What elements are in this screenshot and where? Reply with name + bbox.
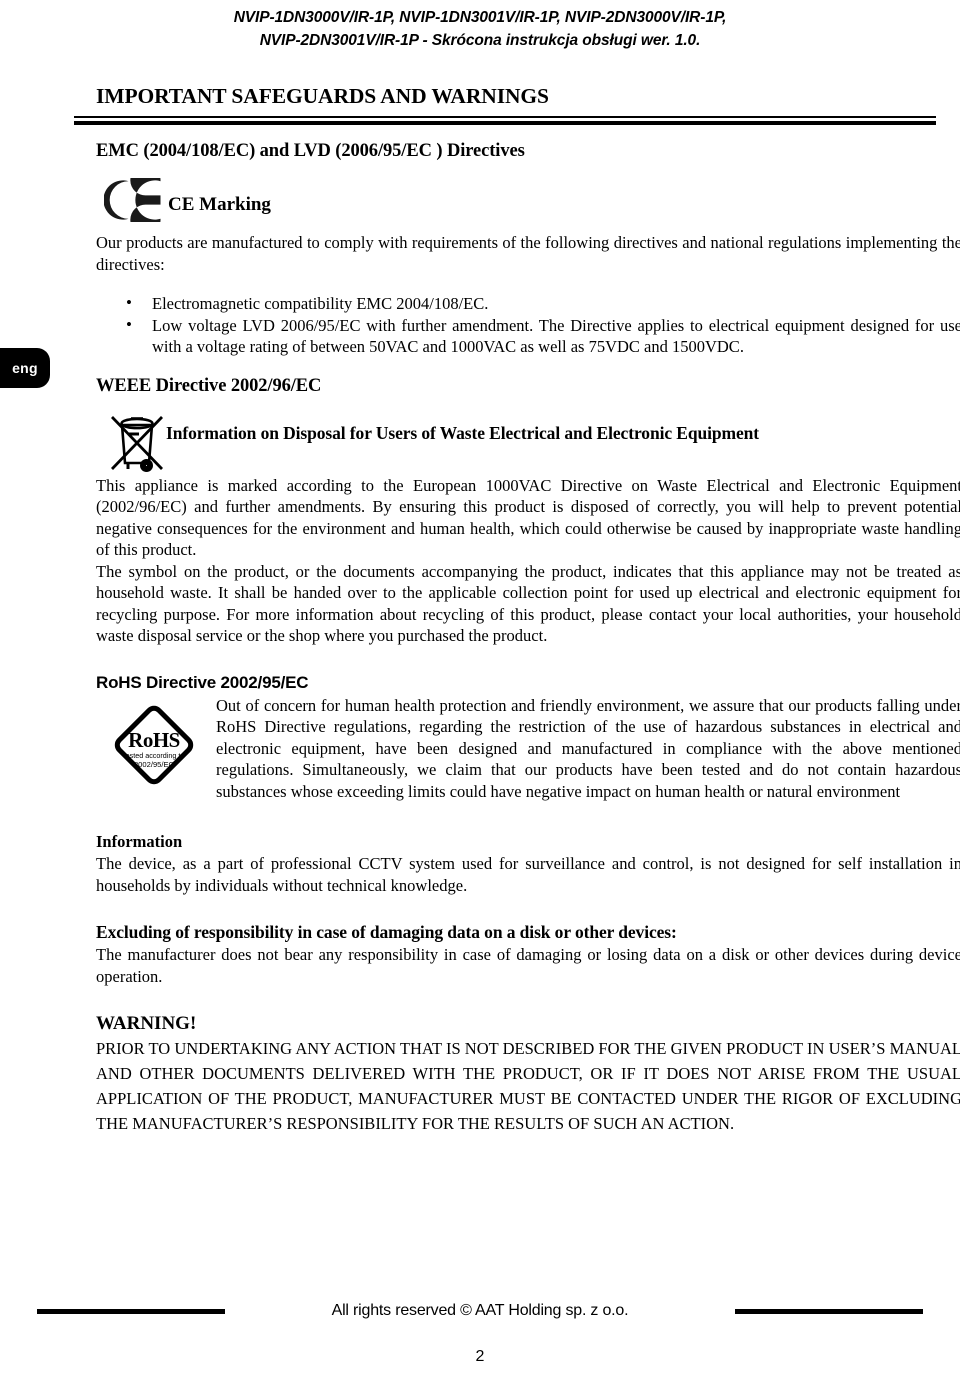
footer-rule-left	[37, 1308, 225, 1314]
weee-section-heading: WEEE Directive 2002/96/EC	[96, 375, 322, 396]
page-title: IMPORTANT SAFEGUARDS AND WARNINGS	[96, 84, 549, 108]
information-paragraph: The device, as a part of professional CC…	[96, 854, 960, 895]
ce-marking-row: CE Marking	[103, 165, 960, 235]
page-number: 2	[475, 1348, 485, 1365]
warning-paragraph: PRIOR TO UNDERTAKING ANY ACTION THAT IS …	[96, 1039, 960, 1133]
excluding-paragraph: The manufacturer does not bear any respo…	[96, 945, 960, 986]
warning-section: WARNING! PRIOR TO UNDERTAKING ANY ACTION…	[96, 1013, 960, 1136]
excluding-heading: Excluding of responsibility in case of d…	[96, 922, 677, 942]
document-running-header: NVIP-1DN3000V/IR-1P, NVIP-1DN3001V/IR-1P…	[0, 6, 960, 52]
list-item: Low voltage LVD 2006/95/EC with further …	[96, 314, 960, 358]
footer-row: All rights reserved © AAT Holding sp. z …	[0, 1302, 960, 1320]
excluding-responsibility-section: Excluding of responsibility in case of d…	[96, 922, 960, 987]
weee-paragraph-1: This appliance is marked according to th…	[96, 475, 960, 560]
emc-section-heading: EMC (2004/108/EC) and LVD (2006/95/EC ) …	[96, 141, 525, 161]
footer-copyright: All rights reserved © AAT Holding sp. z …	[331, 1302, 629, 1319]
language-tab-eng: eng	[0, 348, 50, 388]
title-divider	[74, 116, 936, 125]
rohs-section: RoHS Directive 2002/95/EC RoHS tested ac…	[96, 673, 960, 803]
divider-line-thin	[74, 116, 936, 118]
information-heading: Information	[96, 832, 183, 851]
document-footer: All rights reserved © AAT Holding sp. z …	[0, 1302, 960, 1366]
svg-text:tested according to: tested according to	[124, 751, 185, 760]
rohs-logo-wrapper: RoHS tested according to 2002/95/EC	[104, 695, 212, 799]
ce-marking-label: CE Marking	[168, 194, 271, 215]
weee-subheading: Information on Disposal for Users of Was…	[166, 422, 760, 443]
weee-icon-row: Information on Disposal for Users of Was…	[96, 403, 960, 475]
header-line-2: NVIP-2DN3001V/IR-1P - Skrócona instrukcj…	[259, 32, 701, 49]
header-line-1: NVIP-1DN3000V/IR-1P, NVIP-1DN3001V/IR-1P…	[233, 9, 727, 26]
weee-paragraph-2: The symbol on the product, or the docume…	[96, 561, 960, 646]
svg-text:2002/95/EC: 2002/95/EC	[134, 760, 175, 769]
emc-intro-paragraph: Our products are manufactured to comply …	[96, 233, 960, 274]
footer-rule-right	[735, 1308, 923, 1314]
rohs-section-heading: RoHS Directive 2002/95/EC	[96, 672, 309, 692]
svg-text:RoHS: RoHS	[128, 728, 180, 752]
information-section: Information The device, as a part of pro…	[96, 832, 960, 896]
divider-line-thick	[74, 121, 936, 125]
warning-heading: WARNING!	[96, 1013, 197, 1034]
rohs-paragraph: Out of concern for human health protecti…	[216, 695, 960, 801]
ce-marking-icon	[103, 165, 166, 235]
document-content: IMPORTANT SAFEGUARDS AND WARNINGS EMC (2…	[74, 84, 960, 1136]
crossed-out-wheelie-bin-icon	[98, 403, 172, 477]
document-page: NVIP-1DN3000V/IR-1P, NVIP-1DN3001V/IR-1P…	[0, 0, 960, 1376]
list-item: Electromagnetic compatibility EMC 2004/1…	[96, 292, 960, 315]
emc-directive-list: Electromagnetic compatibility EMC 2004/1…	[96, 292, 960, 358]
rohs-logo-icon: RoHS tested according to 2002/95/EC	[104, 695, 204, 795]
language-tab-label: eng	[12, 360, 38, 376]
